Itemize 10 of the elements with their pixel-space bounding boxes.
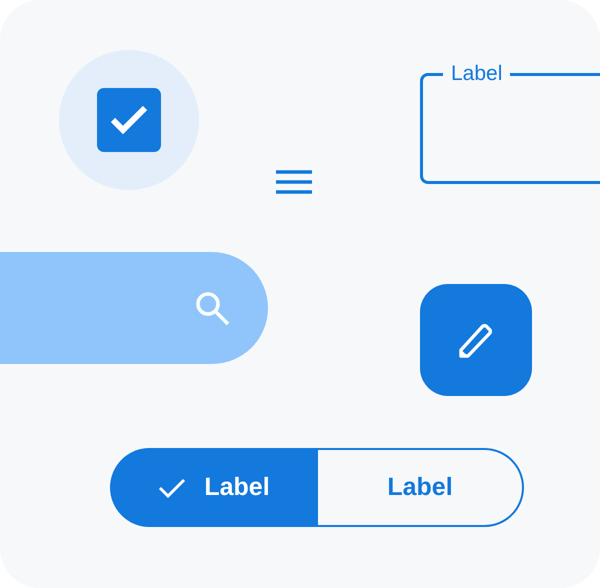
pencil-icon: [458, 321, 494, 359]
checkmark-icon: [158, 476, 186, 498]
search-icon: [194, 290, 230, 326]
checkmark-icon: [109, 103, 149, 137]
text-field[interactable]: Label: [420, 62, 600, 184]
checkbox[interactable]: [97, 88, 161, 152]
edit-button[interactable]: [420, 284, 532, 396]
segment-button[interactable]: Label: [110, 448, 318, 527]
segment-button[interactable]: Label: [318, 448, 524, 527]
menu-icon[interactable]: [276, 170, 312, 194]
